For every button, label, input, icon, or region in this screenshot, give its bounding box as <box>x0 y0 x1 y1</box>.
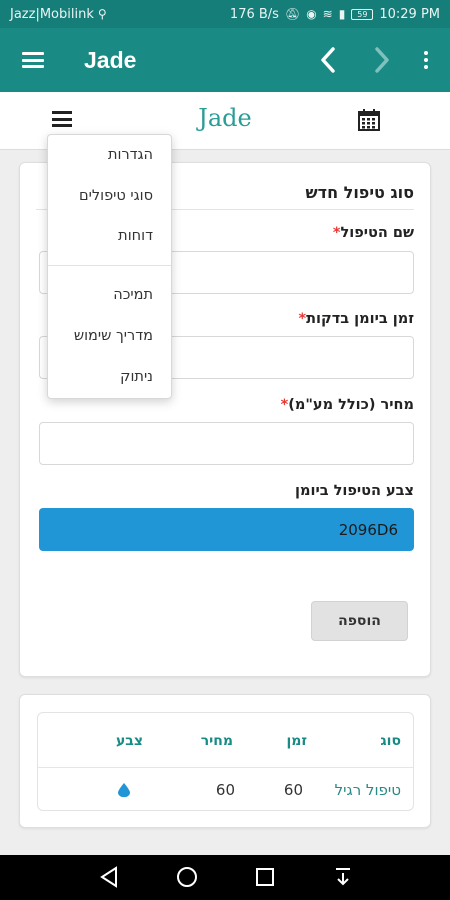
treatment-types-card: סוג זמן מחיר צבע טיפול רגיל 60 60 <box>19 694 431 828</box>
col-header-color: צבע <box>115 733 143 749</box>
nav-drawer-icon[interactable] <box>22 52 44 68</box>
carrier-label: Jazz|Mobilink <box>10 6 94 22</box>
brand-logo: Jade <box>198 104 252 132</box>
clock: 10:29 PM <box>379 6 440 22</box>
duration-label: זמן ביומן בדקות* <box>299 311 414 327</box>
network-speed: 176 B/s <box>229 6 279 22</box>
row-type-link[interactable]: טיפול רגיל <box>335 781 401 799</box>
col-header-type: סוג <box>380 733 401 749</box>
color-label: צבע הטיפול ביומן <box>295 483 414 499</box>
system-nav-bar <box>0 855 450 900</box>
overflow-menu-icon[interactable] <box>424 51 428 69</box>
col-header-time: זמן <box>286 733 307 749</box>
back-arrow-icon[interactable] <box>316 45 340 75</box>
app-title: Jade <box>84 46 137 73</box>
wifi-icon: ≋ <box>322 7 333 21</box>
calendar-icon[interactable] <box>357 108 381 136</box>
form-title: סוג טיפול חדש <box>305 183 414 202</box>
eye-icon: ◉ <box>306 7 317 21</box>
notification-pulldown-icon[interactable] <box>332 866 354 892</box>
droplet-icon <box>118 783 130 801</box>
signal-icon: ▮ <box>338 7 346 21</box>
back-triangle-icon[interactable] <box>99 866 119 892</box>
battery-icon: 59 <box>351 8 374 20</box>
treatment-types-table: סוג זמן מחיר צבע טיפול רגיל 60 60 <box>37 712 414 811</box>
row-time: 60 <box>283 781 303 799</box>
menu-item-settings[interactable]: הגדרות <box>108 147 153 163</box>
mute-icon: 🔕︎ <box>284 7 301 21</box>
forward-arrow-icon[interactable] <box>370 45 394 75</box>
col-header-price: מחיר <box>200 733 233 749</box>
menu-item-treatment-types[interactable]: סוגי טיפולים <box>79 188 153 204</box>
browser-nav <box>316 45 450 75</box>
add-button[interactable]: הוספה <box>311 601 408 641</box>
name-label: שם הטיפול* <box>333 225 414 241</box>
divider <box>48 265 171 266</box>
status-bar: Jazz|Mobilink ⚲ 176 B/s 🔕︎ ◉ ≋ ▮ 59 10:2… <box>0 0 450 28</box>
menu-item-support[interactable]: תמיכה <box>113 287 153 303</box>
usb-icon: ⚲ <box>97 7 107 21</box>
menu-item-logout[interactable]: ניתוק <box>120 369 153 385</box>
price-label-text: מחיר (כולל מע"מ) <box>288 397 414 413</box>
divider <box>38 767 413 768</box>
color-picker-field[interactable]: 2096D6 <box>39 508 414 551</box>
price-label: מחיר (כולל מע"מ)* <box>281 397 414 413</box>
options-dropdown: הגדרות סוגי טיפולים דוחות תמיכה מדריך שי… <box>47 134 172 399</box>
home-circle-icon[interactable] <box>176 866 198 892</box>
battery-level: 59 <box>357 9 368 19</box>
row-price: 60 <box>215 781 235 799</box>
name-label-text: שם הטיפול <box>340 225 414 241</box>
price-input[interactable] <box>39 422 414 465</box>
menu-item-reports[interactable]: דוחות <box>118 228 153 244</box>
recents-square-icon[interactable] <box>255 866 275 892</box>
menu-item-user-guide[interactable]: מדריך שימוש <box>74 328 153 344</box>
duration-label-text: זמן ביומן בדקות <box>306 311 414 327</box>
required-mark: * <box>298 311 307 327</box>
app-bar: Jade <box>0 28 450 92</box>
